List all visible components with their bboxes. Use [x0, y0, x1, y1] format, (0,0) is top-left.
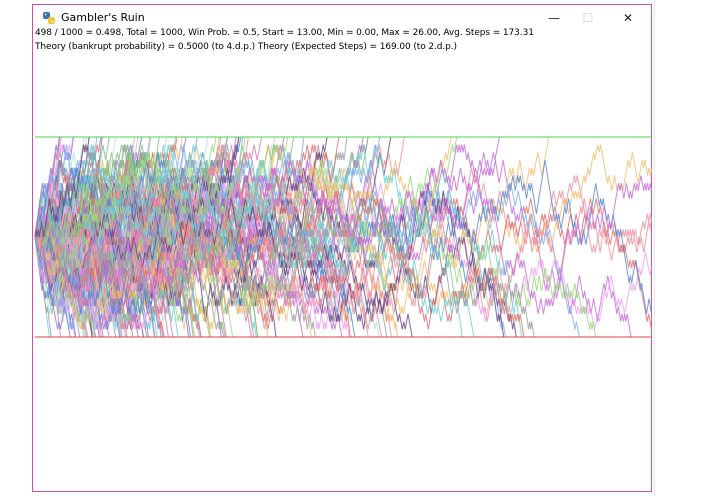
walk-paths: [34, 136, 653, 338]
stats-line: 498 / 1000 = 0.498, Total = 1000, Win Pr…: [35, 28, 534, 38]
python-icon: [43, 12, 55, 24]
theory-line: Theory (bankrupt probability) = 0.5000 (…: [35, 42, 457, 52]
close-button[interactable]: ✕: [611, 5, 645, 31]
maximize-icon: ☐: [582, 11, 594, 25]
window-right-edge: [654, 0, 655, 496]
minimize-button[interactable]: —: [537, 5, 571, 31]
close-icon: ✕: [622, 11, 634, 25]
random-walk-plot: [34, 136, 653, 338]
minimize-icon: —: [548, 11, 560, 25]
maximize-button[interactable]: ☐: [571, 5, 605, 31]
window-title: Gambler's Ruin: [61, 11, 145, 24]
